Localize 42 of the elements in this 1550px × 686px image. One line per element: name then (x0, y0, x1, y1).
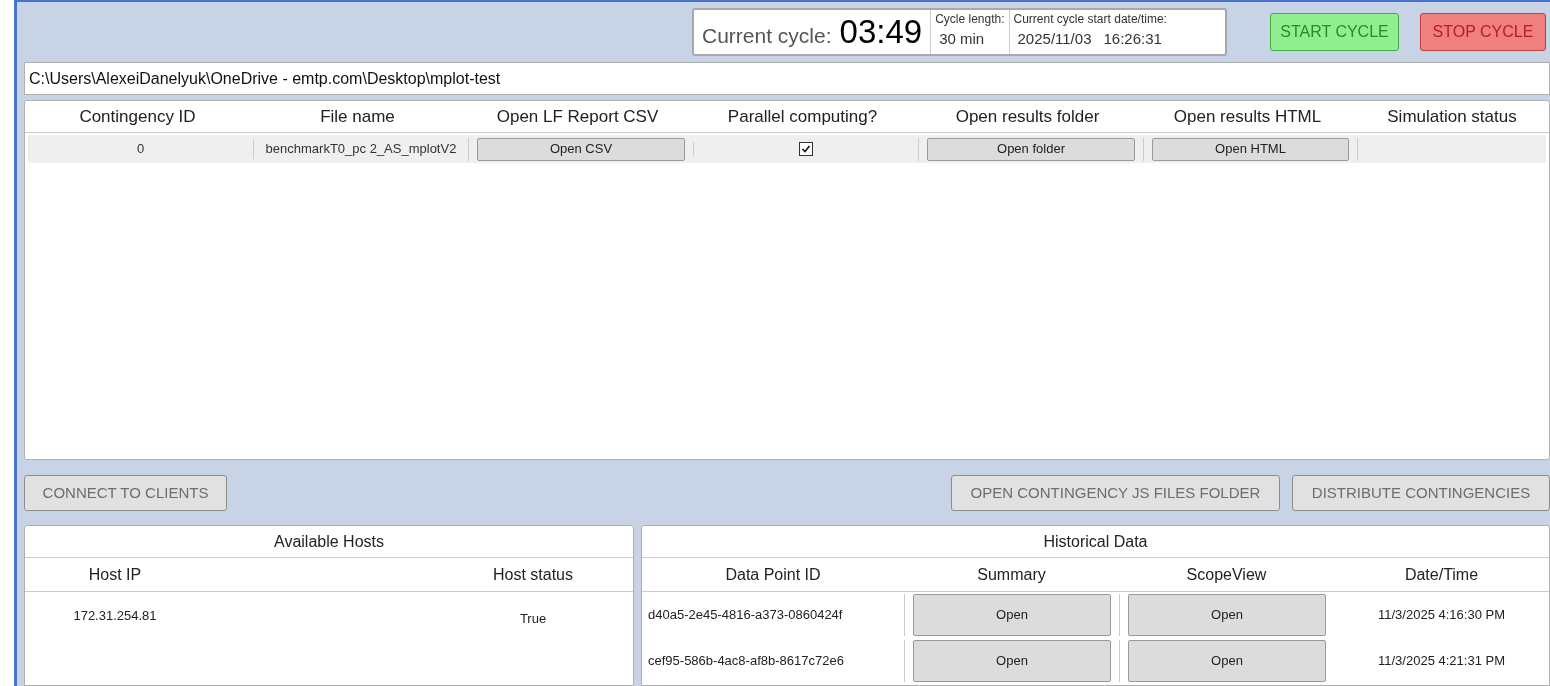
column-header: Open results folder (954, 105, 1101, 128)
table-cell-text: True (518, 610, 548, 628)
open-csv-button[interactable]: Open CSV (477, 137, 685, 161)
cycle-timer: 03:49 (839, 12, 923, 53)
column-header: Host IP (87, 564, 143, 585)
table-cell: benchmarkT0_pc 2_AS_mplotV2 (253, 139, 468, 159)
column-header: Data Point ID (724, 564, 822, 585)
path-field[interactable]: C:\Users\AlexeiDanelyuk\OneDrive - emtp.com\Desktop\mplot-test (24, 62, 1550, 95)
column-header: Summary (976, 564, 1047, 585)
open-html-button[interactable]: Open HTML (1152, 137, 1349, 161)
panel-title: Available Hosts (274, 531, 384, 552)
column-header: Contingency ID (78, 105, 197, 128)
parallel-checkbox[interactable] (799, 142, 813, 156)
column-header: ScopeView (1185, 564, 1268, 585)
distribute-button[interactable]: DISTRIBUTE CONTINGENCIES (1292, 475, 1550, 511)
column-header: Date/Time (1403, 564, 1480, 585)
open-folder-button[interactable]: Open folder (927, 137, 1135, 161)
column-header: Open results HTML (1172, 105, 1323, 128)
column-header: Host status (492, 564, 574, 585)
column-header: Parallel computing? (726, 105, 879, 128)
column-header: File name (319, 105, 396, 128)
start-date-value: 2025/11/03 (1017, 29, 1092, 49)
start-time-label: Current cycle start date/time: (1013, 11, 1167, 28)
table-cell-text: cef95-586b-4ac8-af8b-8617c72e6 (647, 652, 845, 671)
connect-clients-button[interactable]: CONNECT TO CLIENTS (24, 475, 227, 511)
column-header: Open LF Report CSV (495, 105, 660, 128)
column-header: Simulation status (1386, 105, 1518, 128)
open-scopeview-button[interactable]: Open (1128, 594, 1326, 636)
start-time-value: 16:26:31 (1103, 29, 1162, 49)
open-js-folder-button[interactable]: OPEN CONTINGENCY JS FILES FOLDER (951, 475, 1280, 511)
cycle-length-value: 30 min (938, 29, 986, 49)
open-summary-button[interactable]: Open (913, 594, 1111, 636)
open-summary-button[interactable]: Open (913, 640, 1111, 682)
panel-title: Historical Data (1043, 531, 1148, 552)
table-cell-text: 172.31.254.81 (72, 607, 158, 625)
table-cell-text: 11/3/2025 4:21:31 PM (1377, 652, 1506, 671)
open-scopeview-button[interactable]: Open (1128, 640, 1326, 682)
table-cell-text: 11/3/2025 4:16:30 PM (1377, 606, 1506, 625)
table-cell-text: 0 (135, 140, 146, 159)
cycle-length-label: Cycle length: (935, 11, 1005, 28)
table-cell-text: d40a5-2e45-4816-a373-0860424f (647, 606, 844, 625)
cycle-label: Current cycle: (702, 23, 832, 50)
